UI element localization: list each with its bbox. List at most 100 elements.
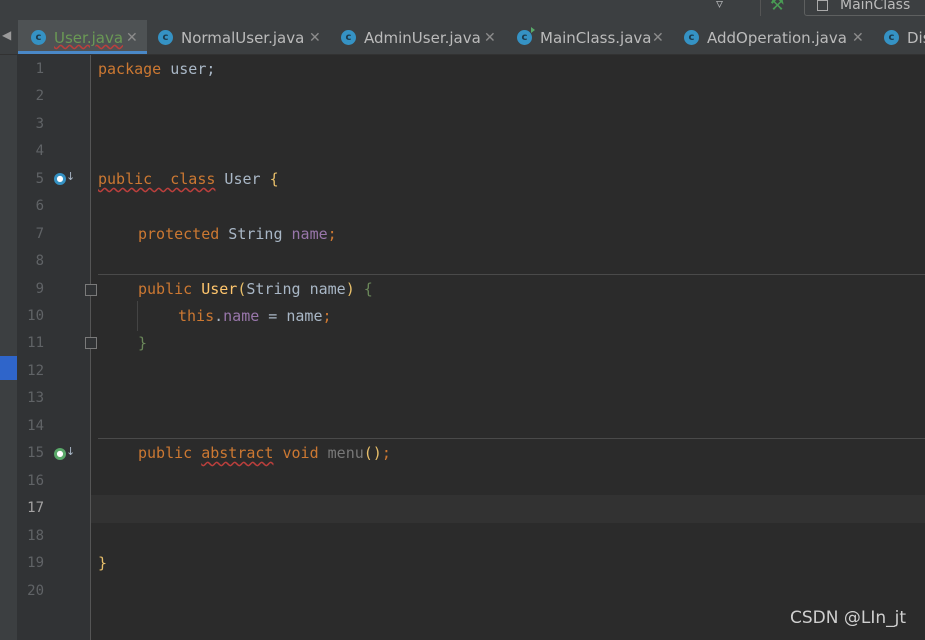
semicolon: ; [322,307,332,325]
tab-label: AdminUser.java [364,29,481,47]
keyword: abstract [201,444,274,462]
keyword: class [152,170,216,188]
side-toolwindow-strip [0,55,17,640]
field-name: name [223,307,260,325]
keyword: public [138,280,193,298]
method-name: menu [327,444,364,462]
java-class-icon: c [884,30,899,45]
assignment: = name [259,307,323,325]
paren: () [363,444,382,462]
line-number-current: 17 [27,500,44,516]
line-number: 6 [35,198,44,214]
brace: } [98,554,108,572]
current-line-highlight [91,495,925,523]
line-number: 16 [27,473,44,489]
close-icon[interactable]: ✕ [852,20,864,54]
line-number: 4 [35,143,44,159]
tab-user-java[interactable]: c User.java ✕ [18,20,147,54]
code-line-7[interactable]: protected String name; [138,221,337,248]
tab-normaluser-java[interactable]: c NormalUser.java ✕ [158,20,333,54]
implemented-class-icon[interactable]: ● [54,173,66,185]
tab-label: User.java [54,29,124,47]
paren: ) [345,280,355,298]
field-name: name [291,225,328,243]
dot: . [214,307,224,325]
close-icon[interactable]: ✕ [484,20,496,54]
semicolon: ; [327,225,337,243]
semicolon: ; [381,444,391,462]
run-config-icon [817,0,828,11]
keyword: void [273,444,328,462]
java-class-icon: c [31,30,46,45]
java-class-icon: c [684,30,699,45]
line-number: 18 [27,528,44,544]
line-number: 14 [27,418,44,434]
line-number: 2 [35,88,44,104]
parameters: String name [246,280,346,298]
java-main-class-icon: c [517,27,535,45]
keyword: package [98,60,162,78]
run-config-selector[interactable]: MainClass [804,0,925,16]
code-line-15[interactable]: public abstract void menu(); [138,440,391,467]
editor-tab-bar: ◀ c User.java ✕ c NormalUser.java ✕ c Ad… [0,20,925,55]
keyword: public [138,444,193,462]
toolbar-divider [760,0,761,16]
class-name: User [215,170,270,188]
user-icon[interactable]: ▿ [716,0,723,12]
arrow-down-icon: ↓ [66,445,76,458]
line-number: 13 [27,390,44,406]
line-number: 1 [35,61,44,77]
close-icon[interactable]: ✕ [126,20,138,54]
tab-mainclass-java[interactable]: c MainClass.java ✕ [517,20,677,54]
line-number: 9 [35,281,44,297]
watermark-text: CSDN @LIn_jt [790,608,907,628]
line-number: 7 [35,226,44,242]
keyword: this [178,307,215,325]
line-number: 8 [35,253,44,269]
indent-guide [137,301,138,331]
tab-list-icon[interactable]: ◀ [2,28,11,42]
run-config-label: MainClass [840,0,911,13]
line-number: 3 [35,116,44,132]
line-number: 15 [27,445,44,461]
code-line-10[interactable]: this.name = name; [178,303,332,330]
tab-label: AddOperation.java [707,29,847,47]
code-line-5[interactable]: public class User { [98,166,279,193]
active-tab-indicator [18,51,147,54]
code-line-9[interactable]: public User(String name) { [138,276,373,303]
close-icon[interactable]: ✕ [652,20,664,54]
method-separator [98,438,925,439]
line-number: 5 [35,171,44,187]
tab-label: Dis [907,29,925,47]
brace: { [354,280,373,298]
tab-addoperation-java[interactable]: c AddOperation.java ✕ [684,20,874,54]
implemented-method-icon[interactable]: ● [54,448,66,460]
java-class-icon: c [341,30,356,45]
keyword: public [98,170,153,188]
build-hammer-icon[interactable]: ⚒ [770,0,784,14]
keyword: protected [138,225,220,243]
tab-label: MainClass.java [540,29,652,47]
top-toolbar: ▿ ⚒ MainClass [0,0,925,20]
code-line-1[interactable]: package user; [98,56,215,83]
line-number: 20 [27,583,44,599]
tab-dis[interactable]: c Dis [884,20,925,54]
fold-end-icon[interactable] [85,337,97,349]
tab-label: NormalUser.java [181,29,305,47]
code-line-11[interactable]: } [138,330,147,357]
brace: { [269,170,279,188]
fold-start-icon[interactable] [85,284,97,296]
line-number: 19 [27,555,44,571]
line-number: 11 [27,335,44,351]
tab-adminuser-java[interactable]: c AdminUser.java ✕ [341,20,506,54]
line-number: 12 [27,363,44,379]
package-name: user; [161,60,216,78]
arrow-down-icon: ↓ [66,170,76,183]
method-name: User [192,280,238,298]
bookmark-marker [0,356,17,380]
method-separator [98,274,925,275]
code-line-19[interactable]: } [98,550,107,577]
close-icon[interactable]: ✕ [309,20,321,54]
line-number: 10 [27,308,44,324]
type-name: String [219,225,292,243]
